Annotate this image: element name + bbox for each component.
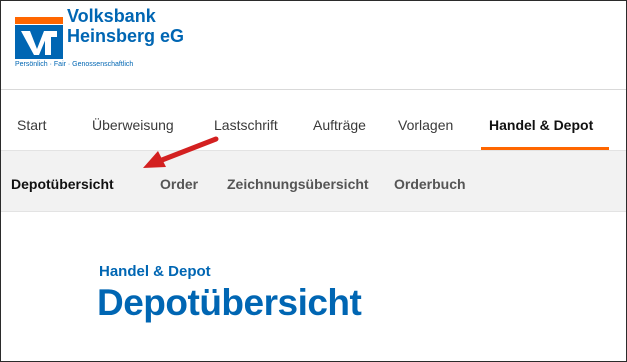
browser-frame: Volksbank Heinsberg eG Persönlich · Fair…	[0, 0, 627, 362]
bank-tagline: Persönlich · Fair · Genossenschaftlich	[15, 61, 134, 68]
nav-item-vorlagen[interactable]: Vorlagen	[398, 117, 453, 133]
bank-name[interactable]: Volksbank Heinsberg eG	[67, 6, 184, 46]
nav-item-ueberweisung[interactable]: Überweisung	[92, 117, 174, 133]
vr-bank-logo-icon[interactable]	[15, 17, 63, 59]
bank-name-line2: Heinsberg eG	[67, 26, 185, 46]
nav-item-start[interactable]: Start	[17, 117, 47, 133]
nav-item-auftraege[interactable]: Aufträge	[313, 117, 366, 133]
main-nav: Start Überweisung Lastschrift Aufträge V…	[1, 90, 626, 150]
subnav-item-zeichnungsuebersicht[interactable]: Zeichnungsübersicht	[227, 176, 369, 192]
bank-name-line1: Volksbank	[67, 6, 156, 26]
nav-item-lastschrift[interactable]: Lastschrift	[214, 117, 278, 133]
page-eyebrow: Handel & Depot	[99, 263, 211, 280]
subnav-item-depotuebersicht[interactable]: Depotübersicht	[11, 176, 114, 192]
nav-item-handel-depot[interactable]: Handel & Depot	[489, 117, 593, 133]
subnav-item-orderbuch[interactable]: Orderbuch	[394, 176, 466, 192]
subnav-item-order[interactable]: Order	[160, 176, 198, 192]
header: Volksbank Heinsberg eG Persönlich · Fair…	[1, 1, 626, 89]
sub-nav: Depotübersicht Order Zeichnungsübersicht…	[1, 150, 626, 212]
page-title: Depotübersicht	[97, 282, 362, 323]
